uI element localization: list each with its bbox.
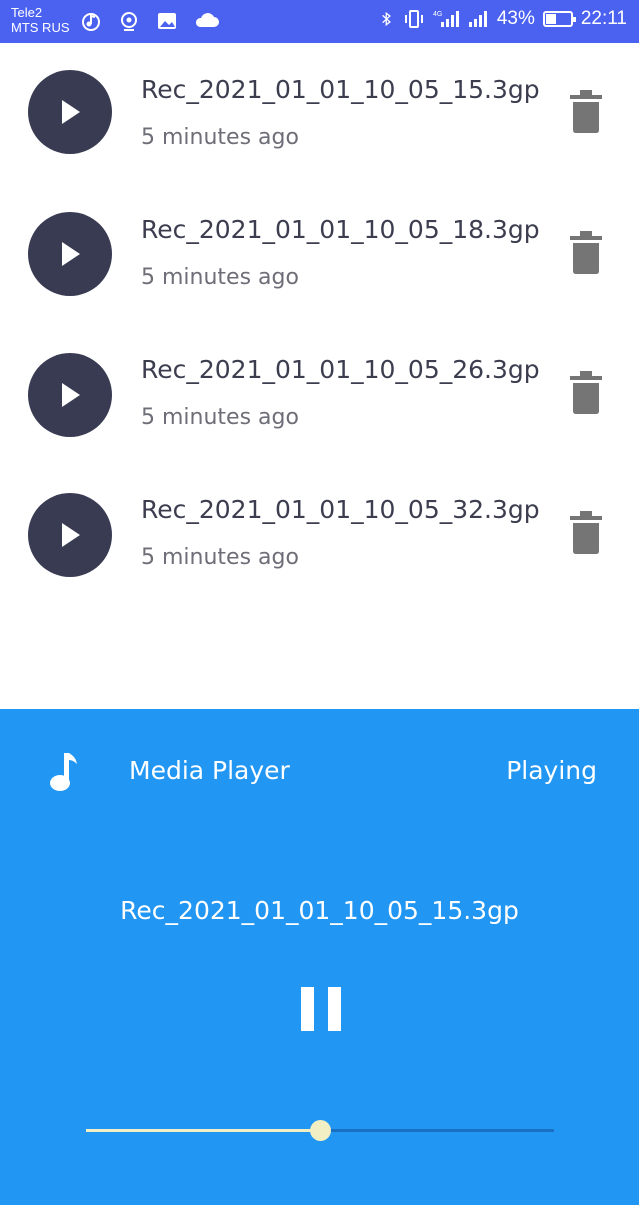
music-note-icon bbox=[50, 753, 77, 791]
recording-time: 5 minutes ago bbox=[141, 265, 299, 290]
carrier-2: MTS RUS bbox=[11, 20, 70, 35]
system-icons: 4G 43% 22:11 bbox=[379, 8, 627, 30]
battery-icon bbox=[542, 11, 576, 27]
recording-time: 5 minutes ago bbox=[141, 125, 299, 150]
hotspot-icon bbox=[121, 12, 137, 31]
player-status: Playing bbox=[506, 756, 597, 785]
bluetooth-icon bbox=[382, 11, 391, 27]
play-button[interactable] bbox=[28, 493, 112, 577]
delete-icon[interactable] bbox=[570, 90, 602, 134]
cloud-icon bbox=[195, 13, 219, 27]
play-icon bbox=[62, 100, 80, 124]
carrier-1: Tele2 bbox=[11, 5, 43, 20]
play-button[interactable] bbox=[28, 212, 112, 296]
play-icon bbox=[62, 242, 80, 266]
list-item[interactable]: Rec_2021_01_01_10_05_32.3gp 5 minutes ag… bbox=[0, 463, 639, 603]
seek-bar[interactable] bbox=[86, 1119, 554, 1143]
media-player-panel: Media Player Playing Rec_2021_01_01_10_0… bbox=[0, 709, 639, 1205]
recording-name: Rec_2021_01_01_10_05_26.3gp bbox=[141, 355, 540, 384]
seek-thumb[interactable] bbox=[310, 1120, 331, 1141]
pause-icon bbox=[301, 987, 314, 1031]
status-bar: Tele2 MTS RUS 4G 43% 22:11 bbox=[0, 0, 639, 43]
svg-text:4G: 4G bbox=[433, 11, 442, 18]
music-notification-icon bbox=[82, 13, 100, 31]
battery-level bbox=[545, 14, 556, 24]
recording-time: 5 minutes ago bbox=[141, 545, 299, 570]
recording-name: Rec_2021_01_01_10_05_18.3gp bbox=[141, 215, 540, 244]
clock: 22:11 bbox=[580, 8, 627, 29]
vibrate-icon bbox=[404, 10, 423, 28]
pause-button[interactable] bbox=[301, 987, 341, 1031]
battery-percent: 43% bbox=[496, 8, 535, 29]
list-item[interactable]: Rec_2021_01_01_10_05_18.3gp 5 minutes ag… bbox=[0, 183, 639, 323]
delete-icon[interactable] bbox=[570, 371, 602, 415]
image-icon bbox=[158, 13, 176, 29]
play-button[interactable] bbox=[28, 353, 112, 437]
recording-name: Rec_2021_01_01_10_05_32.3gp bbox=[141, 495, 540, 524]
signal-4g-icon: 4G bbox=[433, 11, 459, 27]
list-item[interactable]: Rec_2021_01_01_10_05_15.3gp 5 minutes ag… bbox=[0, 43, 639, 183]
recording-name: Rec_2021_01_01_10_05_15.3gp bbox=[141, 75, 540, 104]
delete-icon[interactable] bbox=[570, 231, 602, 275]
carrier-info: Tele2 MTS RUS bbox=[11, 5, 70, 35]
list-item[interactable]: Rec_2021_01_01_10_05_26.3gp 5 minutes ag… bbox=[0, 323, 639, 463]
play-icon bbox=[62, 523, 80, 547]
signal-icon bbox=[468, 11, 487, 27]
now-playing-name: Rec_2021_01_01_10_05_15.3gp bbox=[120, 896, 519, 925]
recording-time: 5 minutes ago bbox=[141, 405, 299, 430]
seek-progress bbox=[86, 1129, 320, 1132]
player-title: Media Player bbox=[129, 756, 290, 785]
play-icon bbox=[62, 383, 80, 407]
delete-icon[interactable] bbox=[570, 511, 602, 555]
play-button[interactable] bbox=[28, 70, 112, 154]
notification-icons bbox=[80, 10, 220, 32]
